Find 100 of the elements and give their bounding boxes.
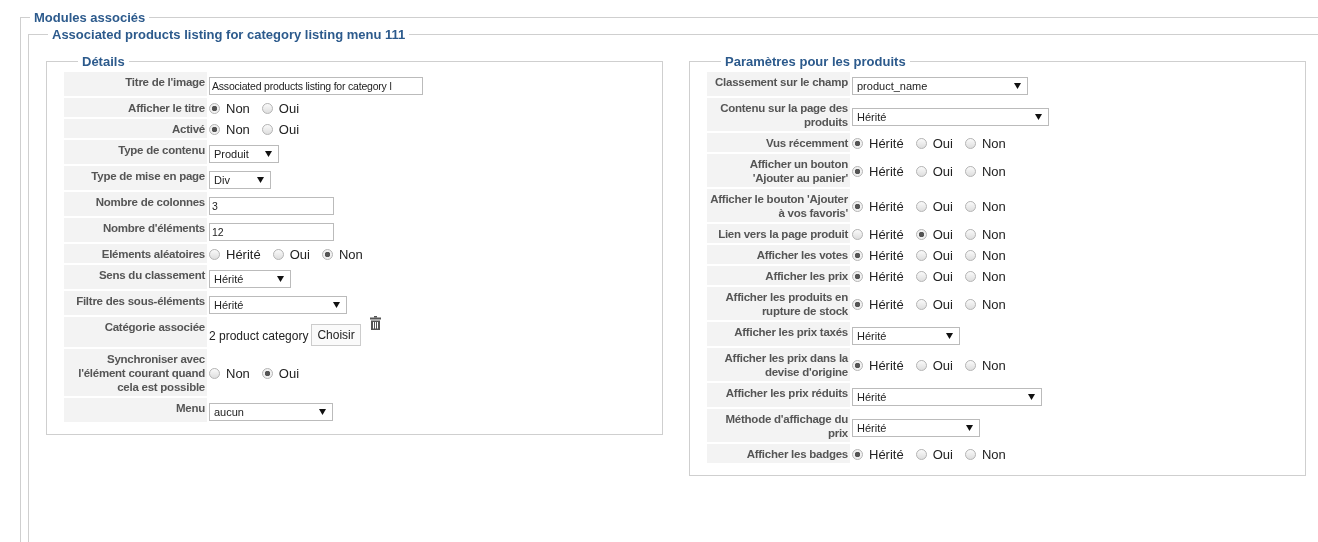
radio-button[interactable]	[852, 299, 863, 310]
option-label: Hérité	[869, 269, 904, 284]
option-label: Oui	[932, 199, 953, 214]
option-label: Non	[226, 122, 250, 137]
radio-button[interactable]	[852, 360, 863, 371]
radio-button[interactable]	[964, 138, 976, 149]
radio-button[interactable]	[852, 138, 863, 149]
field-label: Afficher un bouton 'Ajouter au panier'	[707, 153, 850, 188]
radio-button[interactable]	[964, 271, 976, 282]
caret-icon	[946, 333, 953, 339]
option-label: Oui	[932, 297, 953, 312]
dropdown[interactable]: Div	[209, 171, 271, 189]
text-field[interactable]: Associated products listing for category l	[209, 77, 423, 95]
choose-button[interactable]: Choisir	[311, 324, 361, 346]
radio-button[interactable]	[915, 271, 927, 282]
dropdown[interactable]: Hérité	[852, 107, 1049, 126]
option-label: Hérité	[869, 297, 904, 312]
option-label: Oui	[932, 164, 953, 179]
caret-icon	[1035, 113, 1042, 120]
field-label: Vus récemment	[707, 132, 850, 153]
radio-button[interactable]	[964, 299, 976, 310]
radio-button[interactable]	[964, 201, 976, 212]
option-label: Oui	[932, 248, 953, 263]
radio-button[interactable]	[964, 229, 976, 240]
dropdown[interactable]: Hérité	[852, 388, 1042, 406]
radio-button[interactable]	[272, 249, 284, 260]
field-label: Afficher le bouton 'Ajouter à vos favoris'	[707, 188, 850, 223]
field-label: Lien vers la page produit	[707, 223, 850, 244]
option-label: Non	[226, 101, 250, 116]
field-label: Synchroniser avec l'élément courant quand cela est possible	[64, 348, 207, 397]
dropdown[interactable]: Hérité	[209, 296, 347, 314]
dropdown[interactable]: Hérité	[852, 418, 980, 437]
dropdown[interactable]: Produit	[209, 145, 279, 163]
radio-button[interactable]	[852, 229, 863, 240]
radio-button[interactable]	[321, 249, 333, 260]
option-label: Hérité	[869, 136, 904, 151]
dropdown[interactable]: aucun	[209, 403, 333, 421]
radio-button[interactable]	[261, 124, 273, 135]
field-label: Catégorie associée	[64, 316, 207, 348]
panel-title: Détails	[81, 54, 126, 69]
radio-button[interactable]	[209, 124, 220, 135]
option-label: Hérité	[869, 248, 904, 263]
option-label: Non	[981, 164, 1006, 179]
option-label: Oui	[932, 136, 953, 151]
option-label: Non	[981, 269, 1006, 284]
radio-button[interactable]	[915, 360, 927, 371]
caret-icon	[1028, 394, 1035, 400]
dropdown[interactable]: product_name	[852, 77, 1028, 95]
option-label: Hérité	[226, 247, 261, 262]
radio-button[interactable]	[915, 138, 927, 149]
field-label: Classement sur le champ	[707, 72, 850, 97]
trash-icon[interactable]	[369, 316, 381, 330]
dropdown[interactable]: Hérité	[852, 327, 960, 345]
option-label: Hérité	[869, 227, 904, 242]
radio-button[interactable]	[852, 201, 863, 212]
caret-icon	[1014, 83, 1021, 89]
dropdown[interactable]: Hérité	[209, 270, 291, 288]
field-label: Type de mise en page	[64, 165, 207, 191]
option-label: Oui	[278, 101, 300, 116]
radio-button[interactable]	[915, 449, 927, 460]
field-label: Afficher le titre	[64, 97, 207, 118]
option-label: Oui	[278, 122, 300, 137]
radio-button[interactable]	[852, 271, 863, 282]
radio-button[interactable]	[964, 360, 976, 371]
option-label: Hérité	[869, 447, 904, 462]
field-label: Contenu sur la page des produits	[707, 97, 850, 132]
text-field[interactable]: 12	[209, 223, 334, 241]
field-label: Afficher les prix réduits	[707, 382, 850, 408]
field-label: Afficher les produits en rupture de stock	[707, 286, 850, 321]
caret-icon	[277, 276, 284, 282]
radio-button[interactable]	[261, 103, 273, 114]
radio-button[interactable]	[915, 299, 927, 310]
radio-button[interactable]	[852, 166, 863, 177]
field-label: Méthode d'affichage du prix	[707, 408, 850, 443]
radio-button[interactable]	[209, 249, 220, 260]
radio-button[interactable]	[915, 166, 927, 177]
radio-button[interactable]	[964, 250, 976, 261]
caret-icon	[333, 302, 340, 308]
field-label: Filtre des sous-éléments	[64, 290, 207, 316]
radio-button[interactable]	[964, 166, 976, 177]
option-label: Non	[981, 358, 1006, 373]
radio-button[interactable]	[915, 229, 927, 240]
option-label: Oui	[932, 269, 953, 284]
radio-button[interactable]	[209, 103, 220, 114]
radio-button[interactable]	[209, 368, 220, 379]
field-label: Type de contenu	[64, 139, 207, 165]
option-label: Non	[338, 247, 363, 262]
radio-button[interactable]	[261, 368, 273, 379]
caret-icon	[265, 151, 272, 157]
option-label: Non	[981, 297, 1006, 312]
text-field[interactable]: 3	[209, 197, 334, 215]
radio-button[interactable]	[852, 250, 863, 261]
radio-button[interactable]	[852, 449, 863, 460]
radio-button[interactable]	[964, 449, 976, 460]
field-label: Afficher les prix dans la devise d'origine	[707, 347, 850, 382]
radio-button[interactable]	[915, 250, 927, 261]
option-label: Hérité	[869, 164, 904, 179]
option-label: Non	[981, 136, 1006, 151]
field-label: Sens du classement	[64, 264, 207, 290]
radio-button[interactable]	[915, 201, 927, 212]
